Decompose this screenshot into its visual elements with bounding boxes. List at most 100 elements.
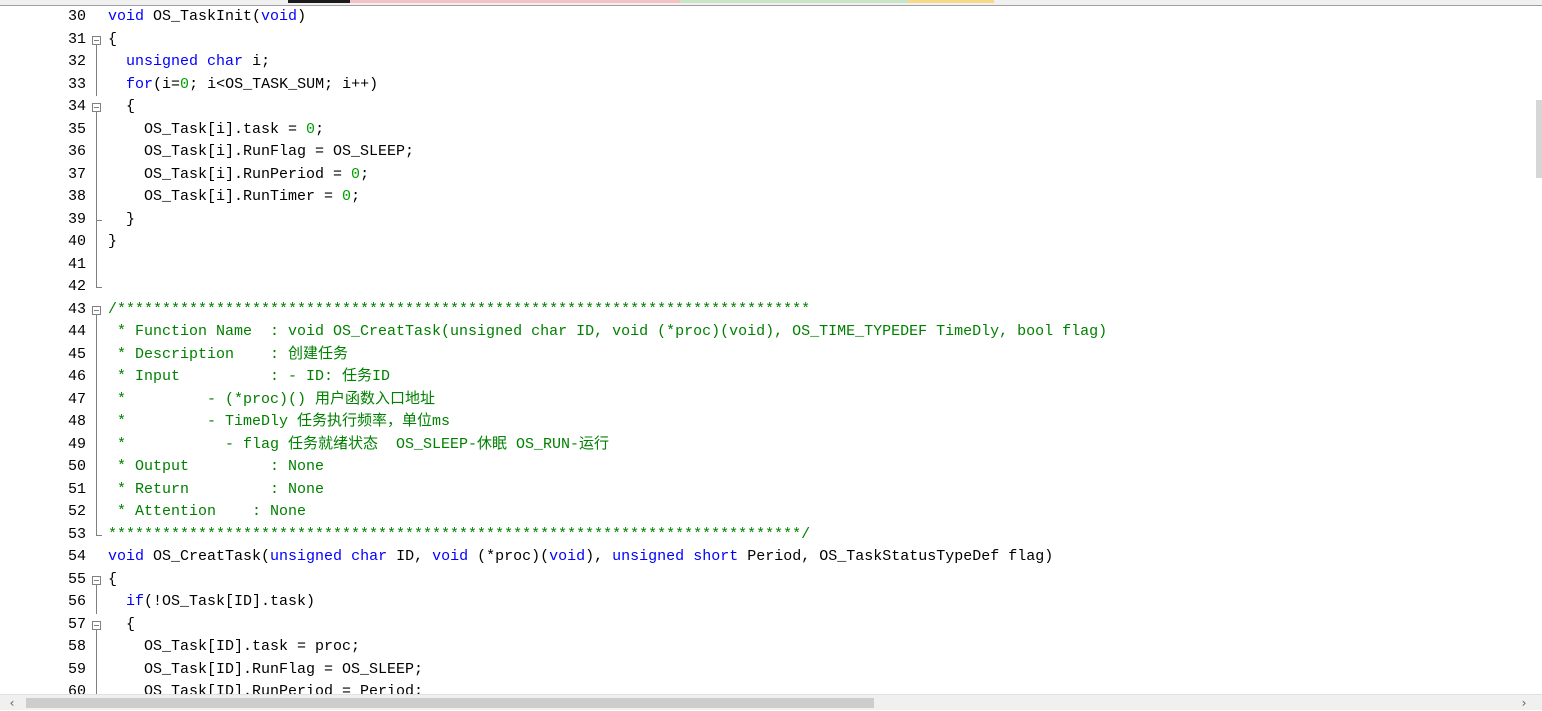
line-number: 50: [67, 458, 86, 475]
code-line[interactable]: void OS_TaskInit(void): [108, 6, 306, 29]
comment-token: * Output : None: [108, 458, 325, 475]
code-token: }: [108, 210, 136, 228]
code-line[interactable]: OS_Task[i].RunTimer = 0;: [108, 186, 360, 209]
code-line[interactable]: if(!OS_Task[ID].task): [108, 591, 315, 614]
code-line[interactable]: * Input : - ID: 任务ID: [108, 366, 390, 389]
code-line[interactable]: }: [108, 209, 135, 232]
keyword-token: void: [108, 548, 145, 565]
fold-collapse-icon[interactable]: [92, 305, 101, 315]
code-token: OS_Task[i].RunTimer =: [108, 188, 343, 205]
code-token: ID,: [387, 548, 433, 565]
code-line[interactable]: /***************************************…: [108, 299, 810, 322]
code-token: {: [108, 30, 118, 48]
fold-collapse-icon[interactable]: [92, 35, 101, 45]
line-number: 42: [67, 278, 86, 295]
line-number: 39: [67, 210, 86, 228]
code-token: {: [108, 98, 136, 115]
code-line[interactable]: void OS_CreatTask(unsigned char ID, void…: [108, 546, 1053, 569]
code-line[interactable]: OS_Task[ID].RunPeriod = Period;: [108, 681, 423, 694]
keyword-token: if: [126, 593, 145, 610]
code-line[interactable]: OS_Task[i].task = 0;: [108, 119, 324, 142]
fold-guide-line: [96, 523, 97, 535]
fold-guide-line: [96, 636, 97, 659]
fold-collapse-icon[interactable]: [92, 620, 101, 630]
line-number: 32: [67, 53, 86, 70]
code-line[interactable]: * Attention : None: [108, 501, 306, 524]
code-line[interactable]: * Return : None: [108, 479, 324, 502]
line-number: 40: [67, 233, 86, 250]
code-token: (i=: [153, 75, 181, 93]
code-line[interactable]: {: [108, 614, 135, 637]
code-token: }: [108, 233, 118, 250]
code-editor[interactable]: void OS_TaskInit(void){ unsigned char i;…: [108, 6, 1536, 694]
code-line[interactable]: unsigned char i;: [108, 51, 270, 74]
fold-collapse-icon[interactable]: [92, 575, 101, 585]
line-number: 57: [67, 615, 86, 633]
vertical-scroll-thumb[interactable]: [1536, 100, 1542, 178]
code-line[interactable]: * - TimeDly 任务执行频率，单位ms: [108, 411, 450, 434]
fold-guide-line: [96, 681, 97, 694]
line-number: 34: [67, 98, 86, 115]
code-token: OS_TaskInit(: [144, 8, 262, 25]
code-line[interactable]: OS_Task[ID].task = proc;: [108, 636, 360, 659]
comment-token: * Description : 创建任务: [108, 345, 349, 363]
code-token: ;: [351, 188, 361, 205]
code-line[interactable]: OS_Task[i].RunPeriod = 0;: [108, 164, 369, 187]
fold-guide-line: [96, 433, 97, 456]
fold-guide-line: [96, 186, 97, 209]
code-line[interactable]: }: [108, 231, 117, 254]
comment-token: * Attention : None: [108, 503, 307, 520]
code-line[interactable]: OS_Task[ID].RunFlag = OS_SLEEP;: [108, 659, 423, 682]
line-number: 43: [67, 300, 86, 318]
fold-collapse-icon[interactable]: [92, 103, 101, 112]
code-line[interactable]: * Description : 创建任务: [108, 344, 348, 367]
comment-token: * - (*proc)() 用户函数入口地址: [108, 390, 436, 408]
line-number: 33: [67, 75, 86, 93]
code-line[interactable]: ****************************************…: [108, 524, 810, 547]
fold-guide-line: [96, 276, 97, 288]
vertical-scrollbar[interactable]: [1536, 6, 1542, 694]
line-number-gutter: 30 31 32 33 34 35 36 37 38 39 40 41 42 43 44 45 46 47 48 49…: [0, 6, 108, 694]
keyword-token: void: [432, 548, 469, 565]
keyword-token: for: [126, 75, 154, 93]
line-number: 37: [67, 165, 86, 183]
keyword-token: void: [261, 8, 298, 25]
fold-guide-line: [96, 73, 97, 96]
keyword-token: char: [207, 53, 244, 70]
code-line[interactable]: {: [108, 29, 117, 52]
horizontal-scrollbar[interactable]: ‹ ›: [0, 694, 1542, 710]
code-line[interactable]: {: [108, 569, 117, 592]
scroll-left-arrow-icon[interactable]: ‹: [2, 695, 22, 711]
code-line[interactable]: * Output : None: [108, 456, 324, 479]
horizontal-scroll-thumb[interactable]: [26, 698, 874, 708]
scroll-right-arrow-icon[interactable]: ›: [1514, 695, 1534, 711]
fold-guide-line: [96, 388, 97, 411]
code-token: ),: [585, 548, 613, 565]
fold-guide-line: [96, 321, 97, 344]
code-token: OS_Task[ID].RunFlag = OS_SLEEP;: [108, 660, 424, 678]
line-number: 55: [67, 570, 86, 588]
line-number: 53: [67, 525, 86, 543]
code-line[interactable]: * - (*proc)() 用户函数入口地址: [108, 389, 435, 412]
code-token: {: [108, 570, 118, 588]
code-line[interactable]: * - flag 任务就绪状态 OS_SLEEP-休眠 OS_RUN-运行: [108, 434, 609, 457]
code-line[interactable]: for(i=0; i<OS_TASK_SUM; i++): [108, 74, 378, 97]
code-line[interactable]: {: [108, 96, 135, 119]
code-token: i;: [243, 53, 271, 70]
fold-guide-line: [96, 366, 97, 389]
line-number: 44: [67, 323, 86, 340]
code-token: OS_Task[i].task =: [108, 120, 307, 138]
line-number: 41: [67, 255, 86, 273]
keyword-token: void: [108, 8, 145, 25]
fold-end-tick: [96, 534, 102, 536]
code-line[interactable]: * Function Name : void OS_CreatTask(unsi…: [108, 321, 1107, 344]
line-number: 60: [67, 683, 86, 694]
code-line[interactable]: OS_Task[i].RunFlag = OS_SLEEP;: [108, 141, 414, 164]
number-token: 0: [342, 188, 352, 205]
line-number: 45: [67, 345, 86, 363]
fold-guide-line: [96, 118, 97, 141]
